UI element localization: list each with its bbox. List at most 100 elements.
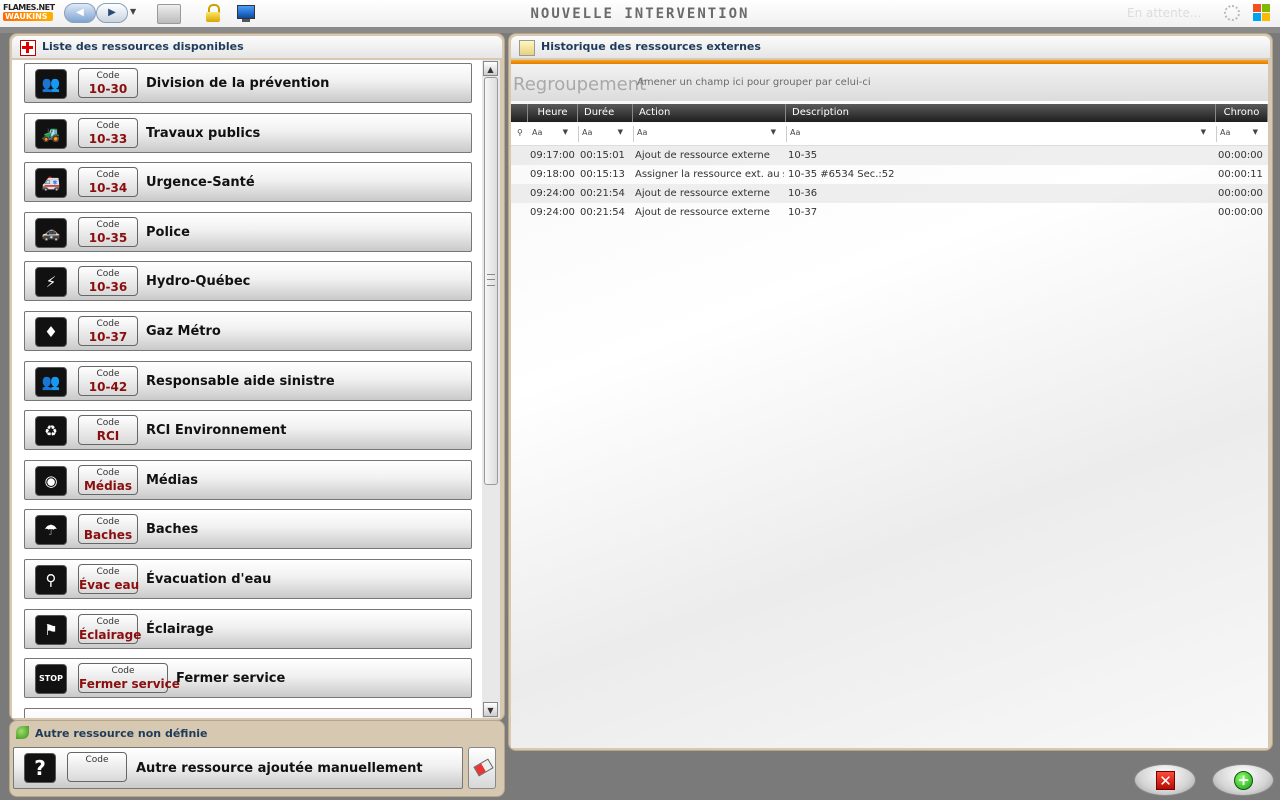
column-filter[interactable]: Aa ▼	[633, 126, 787, 142]
chevron-down-icon[interactable]: ▼	[563, 128, 568, 136]
code-box[interactable]: Code 10-35	[78, 216, 138, 247]
code-box[interactable]: Code Médias	[78, 464, 138, 495]
code-box[interactable]: Code 10-30	[78, 68, 138, 98]
column-filter[interactable]: Aa ▼	[578, 126, 634, 142]
chevron-down-icon[interactable]: ▼	[1253, 128, 1258, 136]
resource-name: Fermer service	[176, 671, 286, 687]
history-dropdown-icon[interactable]: ▼	[130, 7, 136, 16]
table-cell: 00:21:54	[580, 188, 625, 199]
code-box[interactable]: Code Éclairage	[78, 613, 142, 644]
scroll-up-button[interactable]: ▲	[483, 61, 498, 76]
window-title: NOUVELLE INTERVENTION	[530, 6, 750, 22]
chevron-down-icon[interactable]: ▼	[771, 128, 776, 136]
resource-code: 10-35	[88, 230, 128, 245]
resource-code: Évac eau	[79, 578, 140, 592]
resource-code: 10-37	[88, 330, 128, 344]
table-cell: 10-35	[788, 150, 818, 161]
column-filter[interactable]: Aa ▼	[786, 126, 1217, 142]
add-button[interactable]: +	[1212, 764, 1274, 796]
table-row[interactable]: 09:18:00 00:15:13 Assigner la ressource ex…	[511, 165, 1268, 184]
table-cell: 10-37	[788, 207, 818, 218]
plus-icon: +	[1234, 771, 1253, 790]
resource-item[interactable]: ⚡ Code 10-36 Hydro-Québec	[24, 261, 472, 302]
resource-item[interactable]: ♻ Code RCI RCI Environnement	[24, 410, 472, 451]
table-cell: 00:00:00	[1218, 207, 1263, 218]
column-header[interactable]: Durée	[578, 104, 633, 122]
table-row[interactable]: 09:24:00 00:21:54 Ajout de ressource exter…	[511, 184, 1268, 203]
eraser-button[interactable]	[468, 747, 496, 789]
resource-code: 10-33	[88, 131, 128, 146]
keyboard-icon[interactable]	[157, 4, 181, 24]
scroll-thumb[interactable]	[484, 77, 498, 485]
action-bar: ✕ +	[508, 752, 1280, 800]
resource-item[interactable]: ◉ Code Médias Médias	[24, 459, 472, 500]
code-box[interactable]: Code Évac eau	[78, 564, 140, 594]
column-header[interactable]: Heure	[528, 104, 578, 122]
resource-item[interactable]: 👥 Code 10-30 Division de la prévention	[24, 63, 472, 103]
code-box[interactable]: Code Baches	[78, 514, 138, 545]
lock-icon[interactable]	[203, 4, 225, 22]
panel-title: Historique des ressources externes	[541, 40, 761, 53]
chevron-down-icon[interactable]: ▼	[618, 128, 623, 136]
group-icon: 👥	[35, 366, 67, 397]
forward-button[interactable]: ▶	[96, 3, 128, 23]
resource-name: Hydro-Québec	[146, 274, 251, 290]
column-header[interactable]: Action	[633, 104, 786, 122]
column-header[interactable]: Chrono	[1216, 104, 1268, 122]
back-button[interactable]: ◀	[64, 3, 96, 23]
bulldozer-icon: 🚜	[35, 118, 67, 149]
code-box[interactable]: Code 10-37	[78, 316, 138, 346]
chevron-down-icon[interactable]: ▼	[1201, 128, 1206, 136]
history-grid: Regroupement Amener un champ ici pour gr…	[511, 60, 1268, 748]
resource-code: Baches	[83, 528, 133, 543]
navigation-buttons: ◀ ▶ ▼	[64, 3, 138, 23]
lamp-icon: ⚑	[35, 614, 67, 645]
column-header[interactable]: Description	[786, 104, 1216, 122]
resource-item[interactable]: ⚑ Code Éclairage Éclairage	[24, 608, 472, 649]
filter-row: ⚲ Aa ▼ Aa ▼ Aa ▼ Aa ▼ Aa ▼	[511, 123, 1268, 146]
filter-options-icon[interactable]: ⚲	[513, 126, 527, 142]
resource-item[interactable]: 👥 Code 10-42 Responsable aide sinistre	[24, 360, 472, 401]
resource-code: Fermer service	[79, 677, 180, 692]
group-by-bar[interactable]: Regroupement Amener un champ ici pour gr…	[511, 64, 1268, 101]
table-row[interactable]: 09:24:00 00:21:54 Ajout de ressource exter…	[511, 203, 1268, 222]
resource-item[interactable]: 🚜 Code 10-33 Travaux publics	[24, 112, 472, 153]
resource-name: Éclairage	[146, 621, 214, 637]
available-resources-panel: Liste des ressources disponibles 👥 Code 10…	[9, 33, 505, 721]
resource-item[interactable]: ♦ Code 10-37 Gaz Métro	[24, 311, 472, 351]
table-row[interactable]: 09:17:00 00:15:01 Ajout de ressource exter…	[511, 146, 1268, 165]
column-filter[interactable]: Aa ▼	[1216, 126, 1268, 142]
resource-item[interactable]: ⚲ Code Évac eau Évacuation d'eau	[24, 559, 472, 599]
resource-item-partial[interactable]	[24, 707, 472, 718]
table-cell: Ajout de ressource externe	[635, 150, 770, 161]
code-box[interactable]: Code 10-36	[78, 266, 138, 297]
status-text: En attente...	[1127, 6, 1202, 20]
table-cell: 00:00:11	[1218, 169, 1263, 180]
code-box[interactable]: Code 10-34	[78, 167, 138, 198]
resource-code: Éclairage	[79, 627, 142, 642]
manual-resource-item[interactable]: ? Code Autre ressource ajoutée manuellem…	[13, 747, 463, 789]
code-box[interactable]: Code 10-42	[78, 365, 138, 396]
scroll-down-button[interactable]: ▼	[483, 702, 498, 717]
resource-name: Police	[146, 224, 190, 240]
panel-header: Historique des ressources externes	[511, 36, 1270, 58]
resource-code: 10-34	[88, 181, 128, 196]
code-box[interactable]: Code Fermer service	[78, 663, 180, 694]
resource-list-scrollbar[interactable]: ▲ ▼	[482, 60, 500, 718]
code-box[interactable]: Code RCI	[78, 415, 138, 446]
resource-name: Baches	[146, 522, 199, 538]
monitor-icon[interactable]	[236, 4, 258, 22]
resource-item[interactable]: STOP Code Fermer service Fermer service	[24, 658, 472, 699]
code-box[interactable]: Code	[67, 752, 127, 782]
panel-header: Liste des ressources disponibles	[12, 36, 502, 58]
resource-item[interactable]: 🚑 Code 10-34 Urgence-Santé	[24, 162, 472, 203]
cancel-button[interactable]: ✕	[1134, 764, 1196, 796]
column-filter[interactable]: Aa ▼	[528, 126, 579, 142]
other-resource-panel: Autre ressource non définie ? Code Autre…	[9, 720, 505, 797]
windows-logo-icon[interactable]	[1253, 4, 1271, 22]
code-box[interactable]: Code 10-33	[78, 117, 138, 148]
resource-code: RCI	[96, 429, 120, 444]
resource-item[interactable]: 🚓 Code 10-35 Police	[24, 211, 472, 252]
group-hint: Amener un champ ici pour grouper par cel…	[637, 77, 871, 88]
resource-item[interactable]: ☂ Code Baches Baches	[24, 509, 472, 550]
